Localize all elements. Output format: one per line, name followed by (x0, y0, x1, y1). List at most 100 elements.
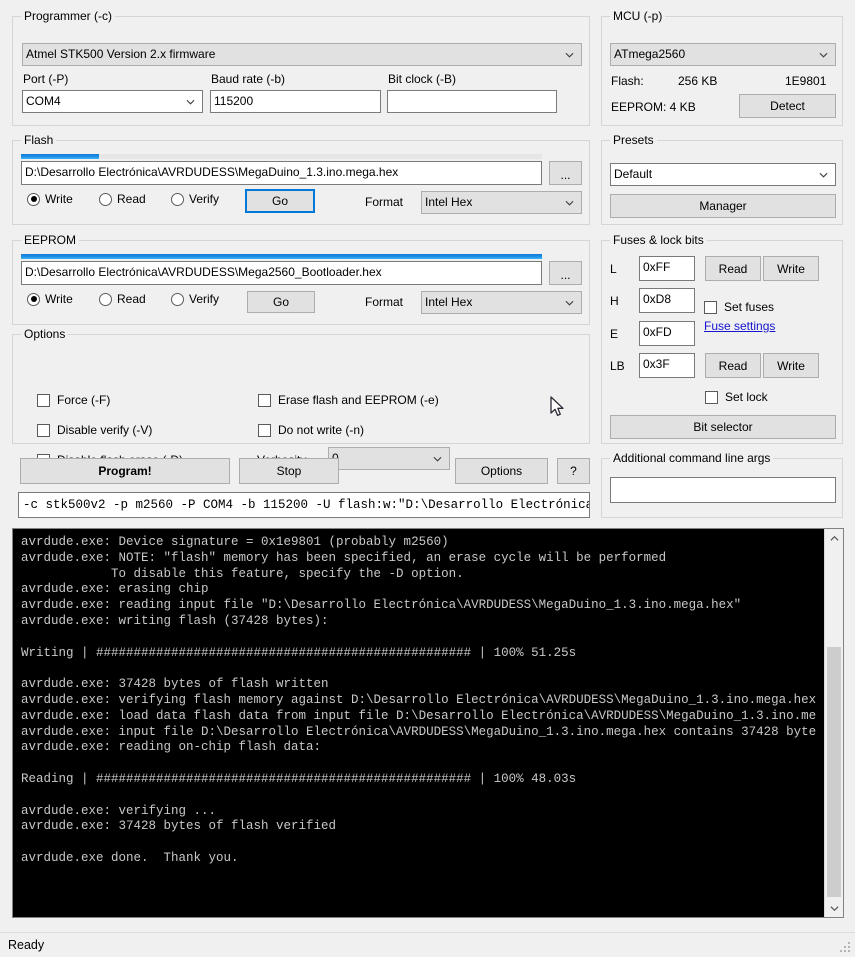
console-line: avrdude.exe: verifying flash memory agai… (21, 692, 817, 707)
scroll-up-button[interactable] (825, 529, 843, 547)
eeprom-browse-button[interactable]: ... (549, 261, 582, 285)
flash-format-label: Format (365, 195, 404, 209)
chevron-down-icon (565, 200, 574, 206)
eeprom-read-label: Read (117, 292, 146, 306)
erase-flash-eeprom-checkbox[interactable]: Erase flash and EEPROM (-e) (258, 393, 439, 407)
console-output-panel: avrdude.exe: Device signature = 0x1e9801… (12, 528, 844, 918)
verbosity-select[interactable]: 0 (328, 447, 450, 470)
flash-go-button[interactable]: Go (245, 189, 315, 213)
console-scrollbar[interactable] (824, 529, 843, 917)
fuse-read-button[interactable]: Read (705, 256, 761, 281)
program-button[interactable]: Program! (20, 458, 230, 484)
options-group-legend: Options (21, 327, 69, 341)
set-fuses-checkbox[interactable]: Set fuses (704, 300, 774, 314)
presets-manager-button[interactable]: Manager (610, 194, 836, 218)
mcu-select-value: ATmega2560 (614, 47, 686, 61)
flash-verify-label: Verify (189, 192, 220, 206)
eeprom-file-input[interactable]: D:\Desarrollo Electrónica\AVRDUDESS\Mega… (21, 261, 542, 285)
lock-read-button[interactable]: Read (705, 353, 761, 378)
fuse-h-input[interactable]: 0xD8 (639, 288, 695, 313)
fuse-l-label: L (610, 262, 617, 276)
set-fuses-label: Set fuses (724, 300, 775, 314)
fuse-write-button[interactable]: Write (763, 256, 819, 281)
fuses-group-legend: Fuses & lock bits (610, 233, 707, 247)
eeprom-write-radio[interactable]: Write (27, 292, 73, 306)
console-output-text[interactable]: avrdude.exe: Device signature = 0x1e9801… (13, 529, 823, 917)
help-button[interactable]: ? (557, 458, 590, 484)
extra-args-group: Additional command line args (601, 451, 843, 518)
programmer-select[interactable]: Atmel STK500 Version 2.x firmware (22, 43, 582, 66)
scroll-down-button[interactable] (825, 899, 843, 917)
detect-button[interactable]: Detect (739, 94, 836, 118)
chevron-down-icon (565, 52, 574, 58)
fuse-l-input[interactable]: 0xFF (639, 256, 695, 281)
scrollbar-thumb[interactable] (827, 647, 841, 897)
eeprom-group-legend: EEPROM (21, 233, 80, 247)
checkbox-icon (258, 423, 271, 437)
stop-button[interactable]: Stop (239, 458, 339, 484)
eeprom-verify-label: Verify (189, 292, 220, 306)
eeprom-verify-radio[interactable]: Verify (171, 292, 219, 306)
fuse-lb-label: LB (610, 359, 625, 373)
force-checkbox[interactable]: Force (-F) (37, 393, 110, 407)
command-line-preview[interactable]: -c stk500v2 -p m2560 -P COM4 -b 115200 -… (18, 492, 590, 518)
checkbox-icon (37, 423, 50, 437)
mcu-signature: 1E9801 (785, 74, 827, 88)
console-line: avrdude.exe: 37428 bytes of flash verifi… (21, 819, 337, 834)
chevron-down-icon (819, 52, 828, 58)
disable-verify-checkbox[interactable]: Disable verify (-V) (37, 423, 152, 437)
eeprom-group: EEPROM D:\Desarrollo Electrónica\AVRDUDE… (12, 233, 590, 325)
do-not-write-checkbox[interactable]: Do not write (-n) (258, 423, 364, 437)
fuse-e-label: E (610, 327, 619, 341)
eeprom-read-radio[interactable]: Read (99, 292, 146, 306)
programmer-select-value: Atmel STK500 Version 2.x firmware (26, 47, 216, 61)
flash-write-label: Write (45, 192, 73, 206)
disable-verify-label: Disable verify (-V) (57, 423, 153, 437)
console-line: avrdude.exe: reading on-chip flash data: (21, 740, 322, 755)
flash-write-radio[interactable]: Write (27, 192, 73, 206)
flash-progress-fill (21, 154, 100, 159)
mcu-select[interactable]: ATmega2560 (610, 43, 836, 66)
eeprom-format-value: Intel Hex (425, 295, 473, 309)
flash-file-input[interactable]: D:\Desarrollo Electrónica\AVRDUDESS\Mega… (21, 161, 542, 185)
flash-format-value: Intel Hex (425, 195, 473, 209)
checkbox-icon (705, 390, 718, 404)
bit-selector-button[interactable]: Bit selector (610, 415, 836, 439)
console-line: avrdude.exe done. Thank you. (21, 850, 239, 865)
force-label: Force (-F) (57, 393, 111, 407)
mcu-group: MCU (-p) ATmega2560 Flash: 256 KB 1E9801… (601, 9, 843, 126)
console-line: Reading | ##############################… (21, 771, 577, 786)
options-button[interactable]: Options (455, 458, 548, 484)
fuse-settings-link[interactable]: Fuse settings (704, 319, 775, 333)
baud-rate-label: Baud rate (-b) (211, 72, 286, 86)
flash-verify-radio[interactable]: Verify (171, 192, 219, 206)
fuse-e-input[interactable]: 0xFD (639, 321, 695, 346)
flash-browse-button[interactable]: ... (549, 161, 582, 185)
bit-clock-input[interactable] (387, 90, 557, 113)
bit-clock-label: Bit clock (-B) (388, 72, 457, 86)
console-line: Writing | ##############################… (21, 645, 577, 660)
flash-format-select[interactable]: Intel Hex (421, 191, 582, 214)
flash-read-radio[interactable]: Read (99, 192, 146, 206)
lock-write-button[interactable]: Write (763, 353, 819, 378)
programmer-group-legend: Programmer (-c) (21, 9, 116, 23)
status-text: Ready (8, 938, 45, 952)
programmer-group: Programmer (-c) Atmel STK500 Version 2.x… (12, 9, 590, 126)
fuse-lb-input[interactable]: 0x3F (639, 353, 695, 378)
console-line: avrdude.exe: load data flash data from i… (21, 708, 817, 723)
eeprom-format-select[interactable]: Intel Hex (421, 291, 582, 314)
chevron-down-icon (819, 172, 828, 178)
port-select[interactable]: COM4 (22, 90, 203, 113)
set-lock-checkbox[interactable]: Set lock (705, 390, 768, 404)
extra-args-group-legend: Additional command line args (610, 451, 774, 465)
status-bar: Ready (0, 932, 855, 957)
baud-rate-input[interactable]: 115200 (210, 90, 381, 113)
eeprom-go-button[interactable]: Go (247, 291, 315, 313)
presets-select[interactable]: Default (610, 163, 836, 186)
extra-args-input[interactable] (610, 477, 836, 503)
radio-dot-icon (171, 192, 184, 206)
